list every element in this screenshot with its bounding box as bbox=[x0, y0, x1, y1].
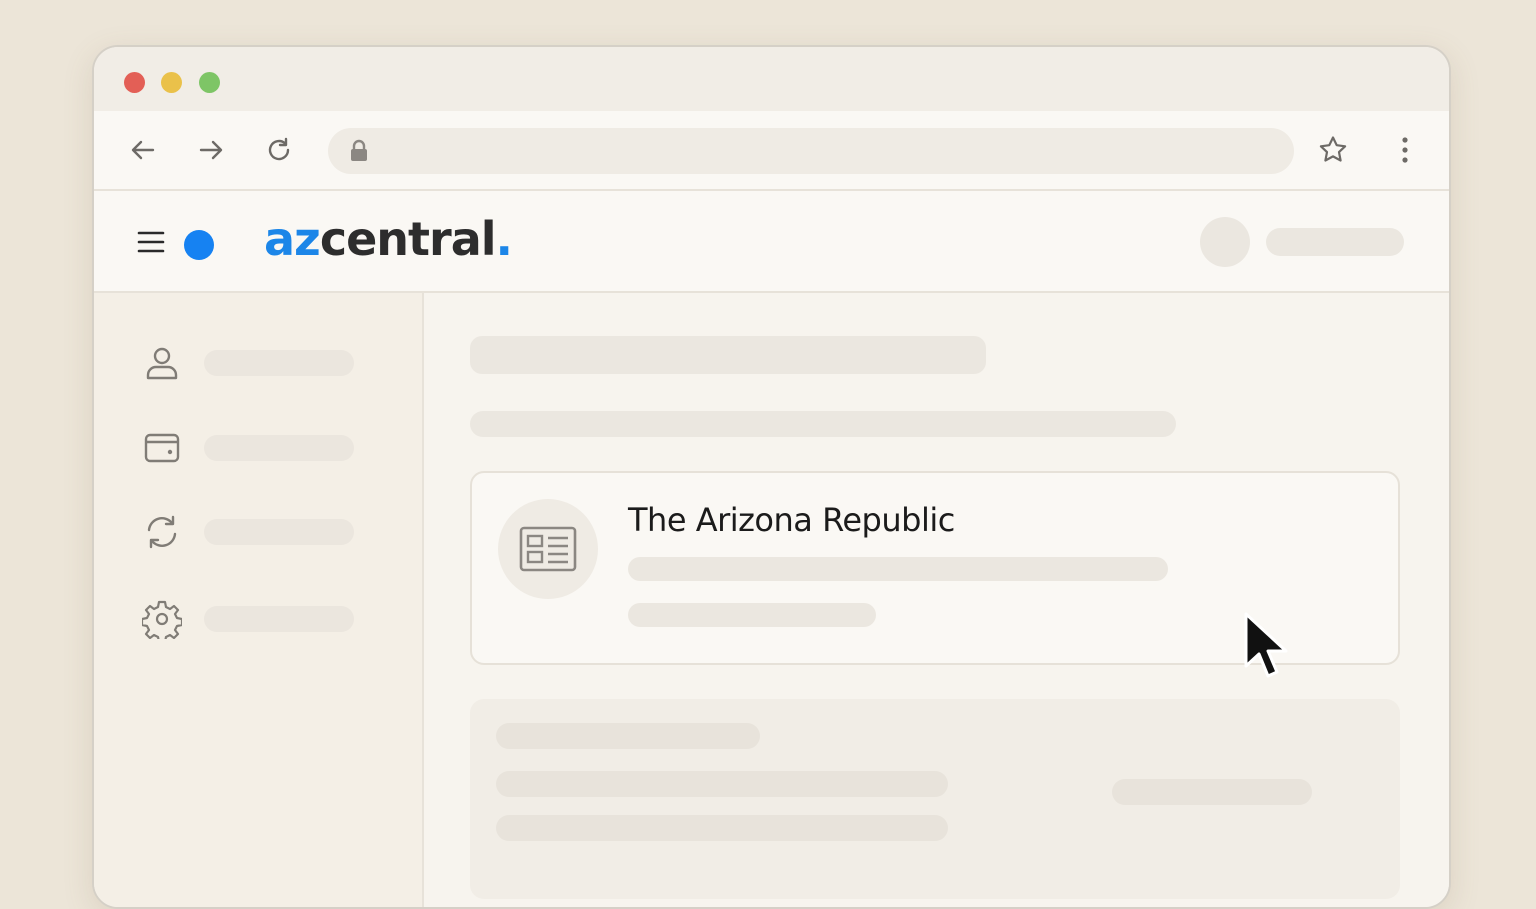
browser-toolbar bbox=[94, 111, 1449, 191]
account-avatar[interactable] bbox=[1200, 217, 1250, 267]
minimize-window-button[interactable] bbox=[161, 72, 182, 93]
title-bar bbox=[94, 47, 1449, 111]
kebab-menu-icon[interactable] bbox=[1388, 133, 1422, 167]
sidebar-item-label bbox=[204, 606, 354, 632]
card-title[interactable]: The Arizona Republic bbox=[628, 501, 955, 539]
star-icon[interactable] bbox=[1316, 133, 1350, 167]
logo-period: . bbox=[495, 212, 514, 266]
card-line-placeholder bbox=[628, 603, 876, 627]
site-header: azcentral. bbox=[94, 191, 1449, 293]
lock-icon bbox=[348, 139, 370, 168]
card-line-placeholder bbox=[496, 771, 948, 797]
sidebar bbox=[94, 293, 424, 907]
close-window-button[interactable] bbox=[124, 72, 145, 93]
sidebar-item-sync[interactable] bbox=[142, 510, 362, 554]
newspaper-icon bbox=[498, 499, 598, 599]
azcentral-logo[interactable]: azcentral. bbox=[264, 209, 514, 269]
forward-arrow-icon[interactable] bbox=[194, 133, 228, 167]
browser-window: azcentral. The Arizona Republic bbox=[92, 45, 1451, 909]
sidebar-item-label bbox=[204, 435, 354, 461]
logo-central: central bbox=[319, 212, 497, 266]
heading-placeholder bbox=[470, 336, 986, 374]
main-content: The Arizona Republic bbox=[424, 293, 1449, 907]
card-line-placeholder bbox=[628, 557, 1168, 581]
mouse-cursor-icon bbox=[1242, 610, 1294, 687]
card-line-placeholder bbox=[496, 723, 760, 749]
back-arrow-icon[interactable] bbox=[126, 133, 160, 167]
card-line-placeholder bbox=[1112, 779, 1312, 805]
gear-icon bbox=[142, 599, 182, 639]
refresh-icon bbox=[142, 512, 182, 552]
address-bar[interactable] bbox=[328, 128, 1294, 174]
reload-icon[interactable] bbox=[262, 133, 296, 167]
secondary-card bbox=[470, 699, 1400, 899]
user-icon bbox=[142, 343, 182, 383]
wallet-icon bbox=[142, 428, 182, 468]
hamburger-menu-icon[interactable] bbox=[136, 228, 166, 261]
sidebar-item-settings[interactable] bbox=[142, 597, 362, 641]
brand-dot bbox=[184, 230, 214, 260]
sidebar-item-label bbox=[204, 519, 354, 545]
maximize-window-button[interactable] bbox=[199, 72, 220, 93]
account-name-placeholder[interactable] bbox=[1266, 228, 1404, 256]
card-line-placeholder bbox=[496, 815, 948, 841]
sidebar-item-label bbox=[204, 350, 354, 376]
logo-az: az bbox=[264, 212, 321, 266]
subheading-placeholder bbox=[470, 411, 1176, 437]
sidebar-item-wallet[interactable] bbox=[142, 426, 362, 470]
sidebar-item-profile[interactable] bbox=[142, 341, 362, 385]
